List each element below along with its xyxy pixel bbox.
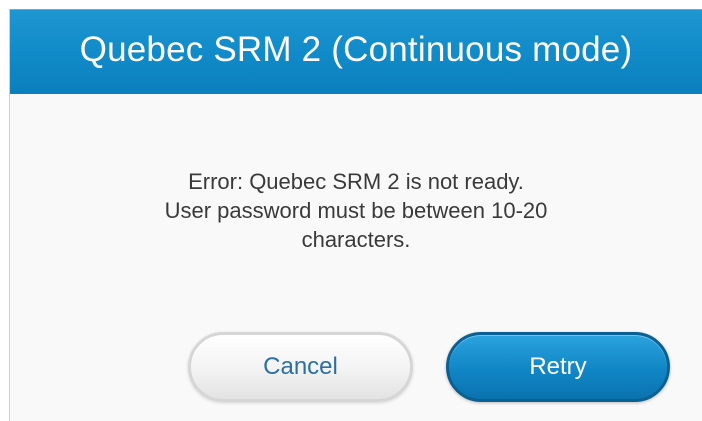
error-message-line-1: Error: Quebec SRM 2 is not ready.: [188, 169, 524, 194]
error-message-line-3: characters.: [301, 227, 411, 252]
error-dialog: Quebec SRM 2 (Continuous mode) Error: Qu…: [9, 9, 702, 421]
error-message-line-2: User password must be between 10-20: [164, 198, 548, 223]
cancel-button[interactable]: Cancel: [188, 332, 413, 402]
error-message: Error: Quebec SRM 2 is not ready. User p…: [10, 167, 702, 254]
dialog-titlebar: Quebec SRM 2 (Continuous mode): [10, 9, 702, 94]
dialog-title: Quebec SRM 2 (Continuous mode): [79, 30, 633, 69]
retry-button[interactable]: Retry: [446, 332, 670, 402]
